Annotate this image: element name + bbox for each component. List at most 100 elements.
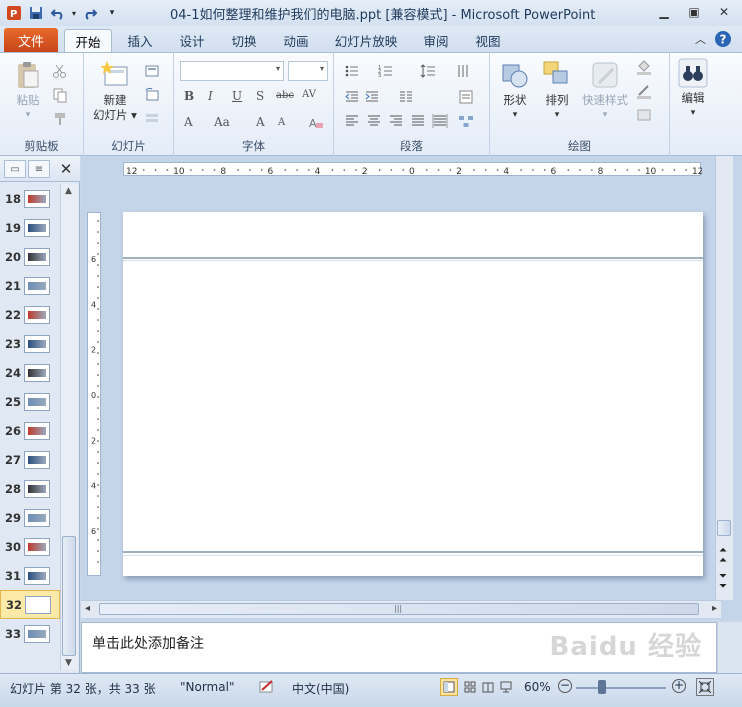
current-slide[interactable] xyxy=(123,212,703,576)
next-slide-icon[interactable]: ⏷ ⏷ xyxy=(719,572,727,592)
undo-dropdown-icon[interactable]: ▾ xyxy=(70,3,78,23)
slide-thumbnail[interactable] xyxy=(24,566,50,585)
slide-thumbnail-row[interactable]: 27 xyxy=(0,445,60,474)
slide-thumbnail-row[interactable]: 31 xyxy=(0,561,60,590)
slide-thumbnail[interactable] xyxy=(24,479,50,498)
zoom-slider-track[interactable] xyxy=(576,687,666,689)
language-status[interactable]: 中文(中国) xyxy=(292,680,349,697)
editor-vertical-scrollbar[interactable]: ⏶ ⏶ ⏷ ⏷ xyxy=(715,156,733,600)
slide-thumbnail-row[interactable]: 32 xyxy=(0,590,60,619)
justify-icon[interactable] xyxy=(410,113,426,129)
tab-design[interactable]: 设计 xyxy=(170,29,214,52)
outline-tab[interactable]: ≡ xyxy=(28,160,50,178)
slide-thumbnail-row[interactable]: 29 xyxy=(0,503,60,532)
tab-insert[interactable]: 插入 xyxy=(118,29,162,52)
reading-view-icon[interactable] xyxy=(479,678,497,696)
slide-thumbnail-row[interactable]: 26 xyxy=(0,416,60,445)
quick-styles-button[interactable]: 快速样式 ▾ xyxy=(578,59,632,123)
slide-thumbnail[interactable] xyxy=(24,276,50,295)
increase-indent-icon[interactable] xyxy=(364,89,380,105)
align-left-icon[interactable] xyxy=(344,113,360,129)
layout-icon[interactable] xyxy=(144,63,160,79)
underline-icon[interactable]: U xyxy=(232,89,242,103)
slide-thumbnail[interactable] xyxy=(24,305,50,324)
font-color-icon[interactable]: A xyxy=(184,115,193,129)
powerpoint-app-icon[interactable]: P xyxy=(4,3,24,23)
spelling-check-icon[interactable] xyxy=(258,678,276,696)
columns-icon[interactable] xyxy=(398,89,414,105)
align-text-icon[interactable] xyxy=(458,89,474,105)
slide-thumbnail-row[interactable]: 33 xyxy=(0,619,60,648)
grow-font-icon[interactable]: A xyxy=(256,115,265,129)
text-direction-icon[interactable] xyxy=(456,63,472,79)
slide-thumbnail-row[interactable]: 18 xyxy=(0,184,60,213)
reset-slide-icon[interactable] xyxy=(144,87,160,103)
cut-icon[interactable] xyxy=(52,63,68,79)
arrange-button[interactable]: 排列 ▾ xyxy=(536,59,578,123)
copy-icon[interactable] xyxy=(52,87,68,103)
shapes-button[interactable]: 形状 ▾ xyxy=(494,59,536,123)
slide-thumbnail-row[interactable]: 25 xyxy=(0,387,60,416)
scroll-left-icon[interactable]: ◂ xyxy=(85,603,90,614)
align-center-icon[interactable] xyxy=(366,113,382,129)
shape-effects-icon[interactable] xyxy=(636,107,652,123)
shadow-icon[interactable]: S xyxy=(256,89,264,103)
tab-view[interactable]: 视图 xyxy=(466,29,510,52)
theme-name-status[interactable]: "Normal" xyxy=(180,680,234,694)
slide-thumbnail-row[interactable]: 22 xyxy=(0,300,60,329)
slide-thumbnail[interactable] xyxy=(24,363,50,382)
slide-thumbnail[interactable] xyxy=(24,218,50,237)
slide-thumbnail[interactable] xyxy=(24,537,50,556)
editor-horizontal-thumb[interactable]: ||| xyxy=(99,603,699,615)
shape-fill-icon[interactable] xyxy=(636,59,652,75)
slide-thumbnail[interactable] xyxy=(24,508,50,527)
slides-tab[interactable]: ▭ xyxy=(4,160,26,178)
slide-thumbnail-row[interactable]: 19 xyxy=(0,213,60,242)
smartart-icon[interactable] xyxy=(458,113,474,129)
tab-slideshow[interactable]: 幻灯片放映 xyxy=(328,29,404,52)
slides-panel-scroll-thumb[interactable] xyxy=(62,536,76,656)
shrink-font-icon[interactable]: A xyxy=(278,117,285,128)
customize-qat-icon[interactable]: ▾ xyxy=(102,3,122,23)
slide-thumbnail[interactable] xyxy=(25,595,51,614)
slide-thumbnail-row[interactable]: 30 xyxy=(0,532,60,561)
undo-icon[interactable] xyxy=(48,3,68,23)
restore-icon[interactable]: ▣ xyxy=(680,2,708,22)
slide-thumbnail[interactable] xyxy=(24,334,50,353)
tab-transitions[interactable]: 切换 xyxy=(222,29,266,52)
slide-thumbnail[interactable] xyxy=(24,247,50,266)
bullets-icon[interactable] xyxy=(344,63,360,79)
character-spacing-icon[interactable]: AV xyxy=(302,89,316,100)
slide-thumbnail-row[interactable]: 23 xyxy=(0,329,60,358)
font-name-combo[interactable]: ▾ xyxy=(180,61,284,81)
bold-icon[interactable]: B xyxy=(184,89,194,103)
shape-outline-icon[interactable] xyxy=(636,83,652,99)
new-slide-button[interactable]: 新建 幻灯片 ▾ xyxy=(90,59,140,123)
tab-review[interactable]: 审阅 xyxy=(414,29,458,52)
editing-button[interactable]: 编辑 ▾ xyxy=(674,57,712,121)
decrease-indent-icon[interactable] xyxy=(344,89,360,105)
slideshow-view-icon[interactable] xyxy=(497,678,515,696)
clear-formatting-icon[interactable]: A xyxy=(308,115,324,131)
strikethrough-icon[interactable]: abc xyxy=(276,90,294,101)
align-right-icon[interactable] xyxy=(388,113,404,129)
zoom-out-icon[interactable]: − xyxy=(558,679,572,693)
close-panel-icon[interactable]: ✕ xyxy=(57,159,75,179)
slide-thumbnail[interactable] xyxy=(24,392,50,411)
font-size-combo[interactable]: ▾ xyxy=(288,61,328,81)
collapse-ribbon-icon[interactable]: ︿ xyxy=(695,31,706,47)
italic-icon[interactable]: I xyxy=(208,89,213,103)
scroll-down-icon[interactable]: ▼ xyxy=(65,658,72,668)
slide-thumbnail[interactable] xyxy=(24,421,50,440)
zoom-in-icon[interactable]: + xyxy=(672,679,686,693)
slide-thumbnail-row[interactable]: 20 xyxy=(0,242,60,271)
close-icon[interactable]: ✕ xyxy=(710,2,738,22)
line-spacing-icon[interactable] xyxy=(420,63,436,79)
tab-file[interactable]: 文件 xyxy=(4,28,58,52)
previous-slide-icon[interactable]: ⏶ ⏶ xyxy=(719,546,727,566)
slide-thumbnail-row[interactable]: 24 xyxy=(0,358,60,387)
slide-thumbnail[interactable] xyxy=(24,450,50,469)
save-icon[interactable] xyxy=(26,3,46,23)
tab-animations[interactable]: 动画 xyxy=(274,29,318,52)
slide-thumbnail-row[interactable]: 21 xyxy=(0,271,60,300)
